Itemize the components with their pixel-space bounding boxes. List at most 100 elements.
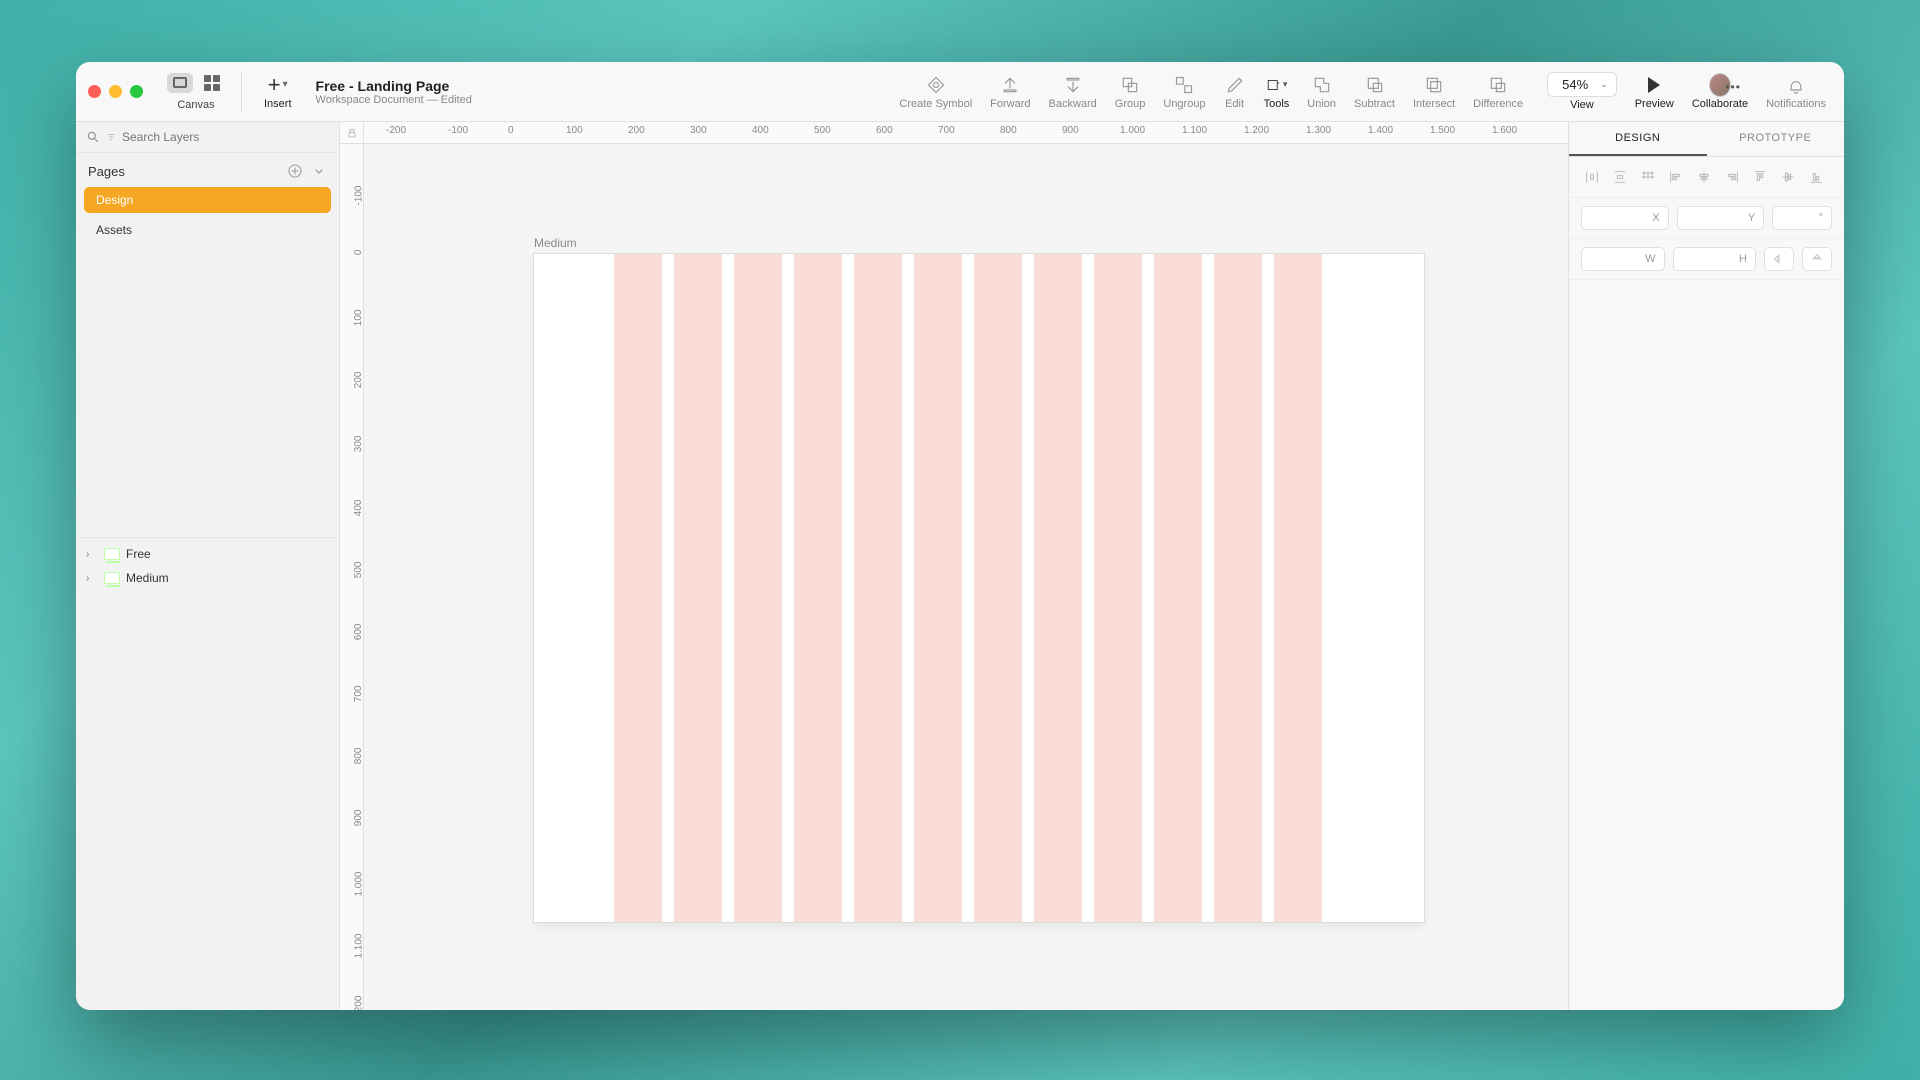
ruler-tick: 1.200 [354,996,365,1011]
ruler-tick: 1.500 [1430,125,1455,136]
ruler-tick: -200 [386,125,406,136]
tools-button[interactable]: ▾ Tools [1258,74,1296,110]
intersect-button[interactable]: Intersect [1407,74,1461,110]
tab-prototype[interactable]: PROTOTYPE [1707,122,1845,156]
plus-icon: + [268,72,281,98]
add-page-icon[interactable] [287,163,303,179]
search-input[interactable] [122,130,329,144]
edit-icon [1224,74,1246,96]
ruler-tick: 500 [354,562,365,579]
ruler-tick: 600 [354,624,365,641]
align-right-icon[interactable] [1721,167,1743,187]
union-button[interactable]: Union [1301,74,1342,110]
difference-button[interactable]: Difference [1467,74,1529,110]
chevron-right-icon[interactable]: › [86,573,98,584]
window-traffic-lights [88,85,143,98]
ruler-tick: 400 [354,500,365,517]
ruler-tick: 300 [690,125,707,136]
create-symbol-button[interactable]: Create Symbol [893,74,978,110]
union-icon [1311,74,1333,96]
canvas-area: -200 -100 0 100 200 300 400 500 600 700 … [340,122,1568,1010]
backward-button[interactable]: Backward [1043,74,1103,110]
flip-vertical-icon[interactable] [1802,247,1832,271]
ruler-tick: 800 [354,748,365,765]
x-field[interactable]: X [1581,206,1669,230]
ruler-tick: 700 [938,125,955,136]
position-row: X Y ° [1569,198,1844,239]
chevron-right-icon[interactable]: › [86,549,98,560]
ruler-lock-icon[interactable] [340,122,364,144]
w-field[interactable]: W [1581,247,1665,271]
align-center-v-icon[interactable] [1777,167,1799,187]
layer-name: Medium [126,571,169,585]
fullscreen-window-button[interactable] [130,85,143,98]
flip-horizontal-icon[interactable] [1764,247,1794,271]
align-center-h-icon[interactable] [1693,167,1715,187]
layer-row-medium[interactable]: › Medium [76,566,339,590]
h-field[interactable]: H [1673,247,1757,271]
view-button[interactable]: 54% ⌄ View [1541,72,1623,111]
close-window-button[interactable] [88,85,101,98]
ruler-tick: -100 [354,186,365,206]
canvas[interactable]: Medium [364,144,1568,1010]
distribute-vertical-icon[interactable] [1609,167,1631,187]
tools-icon: ▾ [1265,74,1287,96]
layer-row-free[interactable]: › Free [76,542,339,566]
difference-icon [1487,74,1509,96]
toolbar-separator [241,72,242,112]
artboard-icon [104,572,120,584]
layer-search[interactable] [76,122,339,153]
tab-design[interactable]: DESIGN [1569,122,1707,156]
collaborate-button[interactable]: ••• Collaborate [1686,74,1754,110]
ruler-tick: 900 [1062,125,1079,136]
ruler-tick: 900 [354,810,365,827]
page-item-assets[interactable]: Assets [84,217,331,243]
collapse-pages-icon[interactable] [311,163,327,179]
avatar-icon: ••• [1709,74,1731,96]
page-item-design[interactable]: Design [84,187,331,213]
artboard-label[interactable]: Medium [534,236,577,250]
ruler-tick: 1.200 [1244,125,1269,136]
pages-label: Pages [88,164,125,179]
ruler-horizontal: -200 -100 0 100 200 300 400 500 600 700 … [340,122,1568,144]
align-left-icon[interactable] [1665,167,1687,187]
ruler-tick: 1.100 [1182,125,1207,136]
edit-button[interactable]: Edit [1218,74,1252,110]
align-top-icon[interactable] [1749,167,1771,187]
zoom-dropdown[interactable]: 54% ⌄ [1547,72,1617,97]
align-bottom-icon[interactable] [1805,167,1827,187]
preview-button[interactable]: Preview [1629,74,1680,110]
inspector-tabs: DESIGN PROTOTYPE [1569,122,1844,157]
canvas-grid-view-button[interactable] [199,73,225,93]
subtract-button[interactable]: Subtract [1348,74,1401,110]
minimize-window-button[interactable] [109,85,122,98]
forward-button[interactable]: Forward [984,74,1036,110]
ruler-tick: 100 [566,125,583,136]
canvas-single-view-button[interactable] [167,73,193,93]
rotation-field[interactable]: ° [1772,206,1832,230]
chevron-down-icon: ⌄ [1600,79,1608,90]
tidy-icon[interactable] [1637,167,1659,187]
distribute-horizontal-icon[interactable] [1581,167,1603,187]
size-row: W H [1569,239,1844,280]
notifications-button[interactable]: Notifications [1760,74,1832,110]
group-button[interactable]: Group [1109,74,1152,110]
y-field[interactable]: Y [1677,206,1765,230]
insert-button[interactable]: +▾ Insert [258,74,298,110]
zoom-value: 54% [1562,77,1588,92]
document-subtitle: Workspace Document — Edited [316,94,496,106]
forward-icon [999,74,1021,96]
chevron-down-icon: ▾ [283,79,288,90]
ungroup-icon [1173,74,1195,96]
ruler-tick: 800 [1000,125,1017,136]
ungroup-button[interactable]: Ungroup [1157,74,1211,110]
artboard-medium[interactable] [534,254,1424,922]
ruler-tick: 1.000 [1120,125,1145,136]
ruler-tick: 200 [628,125,645,136]
create-symbol-icon [925,74,947,96]
left-panel: Pages Design Assets › Free › Medium [76,122,340,1010]
ruler-tick: 500 [814,125,831,136]
intersect-icon [1423,74,1445,96]
ruler-tick: 1.600 [1492,125,1517,136]
filter-icon [106,132,116,142]
